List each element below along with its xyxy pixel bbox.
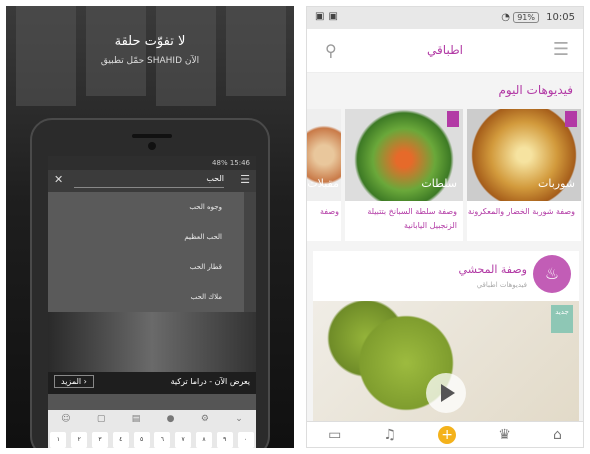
notification-icons: ▣▣ (315, 11, 342, 22)
section-title: فيديوهات اليوم (498, 83, 573, 97)
key[interactable]: ٣ (91, 432, 108, 448)
show-thumbnails (48, 394, 256, 410)
phone-search-bar: ✕ الحب ☰ (48, 170, 256, 192)
gear-icon[interactable]: ⚙ (201, 414, 209, 424)
phone-screen: 48% 15:46 ✕ الحب ☰ وجوه الحب الحب العظيم… (48, 156, 256, 448)
key[interactable]: ١ (50, 432, 67, 448)
suggestion-item[interactable]: الحب العظيم (48, 222, 244, 252)
phone-camera (148, 142, 156, 150)
card-description: وصفة سلطة السبانخ بتتبيلة الزنجبيل الياب… (367, 207, 457, 230)
shahid-ad-panel: لا تفوّت حلقة حمّل تطبيق SHAHID الآن 48%… (6, 6, 294, 448)
recipe-subtitle: فيديوهات اطباقي (476, 281, 527, 289)
wifi-icon: ◔ (501, 12, 511, 23)
recipe-video[interactable]: جديد (313, 301, 579, 425)
more-label: المزيد (61, 377, 82, 386)
phone-status-bar: 48% 15:46 (48, 156, 256, 170)
clipboard-icon[interactable]: ▢ (97, 414, 106, 424)
key[interactable]: ٤ (112, 432, 129, 448)
keyboard-toolbar: ☺ ▢ ▤ ● ⚙ ⌄ (48, 410, 256, 428)
nav-library-icon[interactable]: ▭ (328, 427, 341, 443)
nav-chef-hat-icon[interactable]: ♛ (498, 427, 511, 443)
card-category: سلطات (421, 177, 457, 190)
card-category: شوربات (538, 177, 575, 190)
card-category: مقبلات (307, 177, 339, 190)
poster-image (226, 6, 286, 96)
app-title: اطباقي (427, 43, 463, 57)
poster-image (86, 6, 146, 96)
chevron-down-icon[interactable]: ⌄ (235, 414, 243, 424)
menu-icon[interactable]: ☰ (240, 173, 250, 186)
play-icon[interactable] (426, 373, 466, 413)
keyboard-icon[interactable]: ▤ (132, 414, 141, 424)
new-badge: جديد (551, 305, 573, 333)
atbaqi-app-screen: ▣▣ ◔ 91% 10:05 ⚲ اطباقي ☰ فيديوهات اليوم… (306, 6, 584, 448)
video-card[interactable]: مقبلات وصفة (307, 109, 341, 241)
video-card[interactable]: شوربات وصفة شوربة الخضار والمعكرونة (467, 109, 581, 241)
key[interactable]: ٦ (154, 432, 171, 448)
show-banner-image (48, 312, 256, 372)
card-description: وصفة (320, 207, 339, 216)
key[interactable]: ٠ (237, 432, 254, 448)
status-bar: ▣▣ ◔ 91% 10:05 (307, 7, 583, 29)
card-description: وصفة شوربة الخضار والمعكرونة (467, 207, 575, 216)
nav-home-icon[interactable]: ⌂ (553, 427, 562, 443)
keyboard: ☺ ▢ ▤ ● ⚙ ⌄ ١ ٢ ٣ ٤ ٥ ٦ ٧ ٨ ٩ ٠ (48, 410, 256, 448)
suggestion-item[interactable]: ملاك الحب (48, 282, 244, 312)
key[interactable]: ٩ (216, 432, 233, 448)
pot-icon: ♨ (533, 255, 571, 293)
phone-search-input[interactable]: الحب (74, 174, 224, 188)
key[interactable]: ٢ (71, 432, 88, 448)
ad-subline: حمّل تطبيق SHAHID الآن (100, 56, 200, 66)
emoji-icon[interactable]: ☺ (61, 414, 70, 424)
nav-bell-icon[interactable]: ♫ (383, 427, 396, 443)
phone-status-text: 48% 15:46 (212, 159, 250, 167)
recipe-header[interactable]: ♨ وصفة المحشي فيديوهات اطباقي (313, 251, 579, 301)
now-showing-bar: يعرض الآن - دراما تركية المزيد › (48, 372, 256, 394)
recipe-title: وصفة المحشي (458, 263, 527, 276)
nav-add-icon[interactable]: + (438, 425, 457, 444)
battery-badge: 91% (513, 12, 539, 23)
bookmark-icon[interactable] (447, 111, 459, 127)
key[interactable]: ٧ (175, 432, 192, 448)
suggestion-item[interactable]: قطار الحب (48, 252, 244, 282)
key[interactable]: ٨ (195, 432, 212, 448)
mic-icon[interactable]: ● (167, 414, 175, 424)
video-card[interactable]: سلطات وصفة سلطة السبانخ بتتبيلة الزنجبيل… (345, 109, 463, 241)
suggestion-item[interactable]: وجوه الحب (48, 192, 244, 222)
clock: 10:05 (546, 12, 575, 23)
now-showing-label: يعرض الآن - دراما تركية (170, 377, 250, 386)
menu-icon[interactable]: ☰ (553, 39, 569, 60)
close-icon[interactable]: ✕ (54, 173, 63, 186)
key[interactable]: ٥ (133, 432, 150, 448)
bottom-nav: ▭ ♫ + ♛ ⌂ (307, 421, 583, 447)
bookmark-icon[interactable] (565, 111, 577, 127)
keyboard-digit-row: ١ ٢ ٣ ٤ ٥ ٦ ٧ ٨ ٩ ٠ (48, 430, 256, 448)
suggestion-list: وجوه الحب الحب العظيم قطار الحب ملاك الح… (48, 192, 244, 312)
status-right: ◔ 91% 10:05 (501, 12, 575, 23)
more-button[interactable]: المزيد › (54, 375, 94, 388)
app-bar: ⚲ اطباقي ☰ (307, 29, 583, 73)
phone-mockup: 48% 15:46 ✕ الحب ☰ وجوه الحب الحب العظيم… (30, 118, 270, 448)
ad-headline: لا تفوّت حلقة (114, 34, 186, 49)
phone-earpiece (132, 134, 172, 138)
